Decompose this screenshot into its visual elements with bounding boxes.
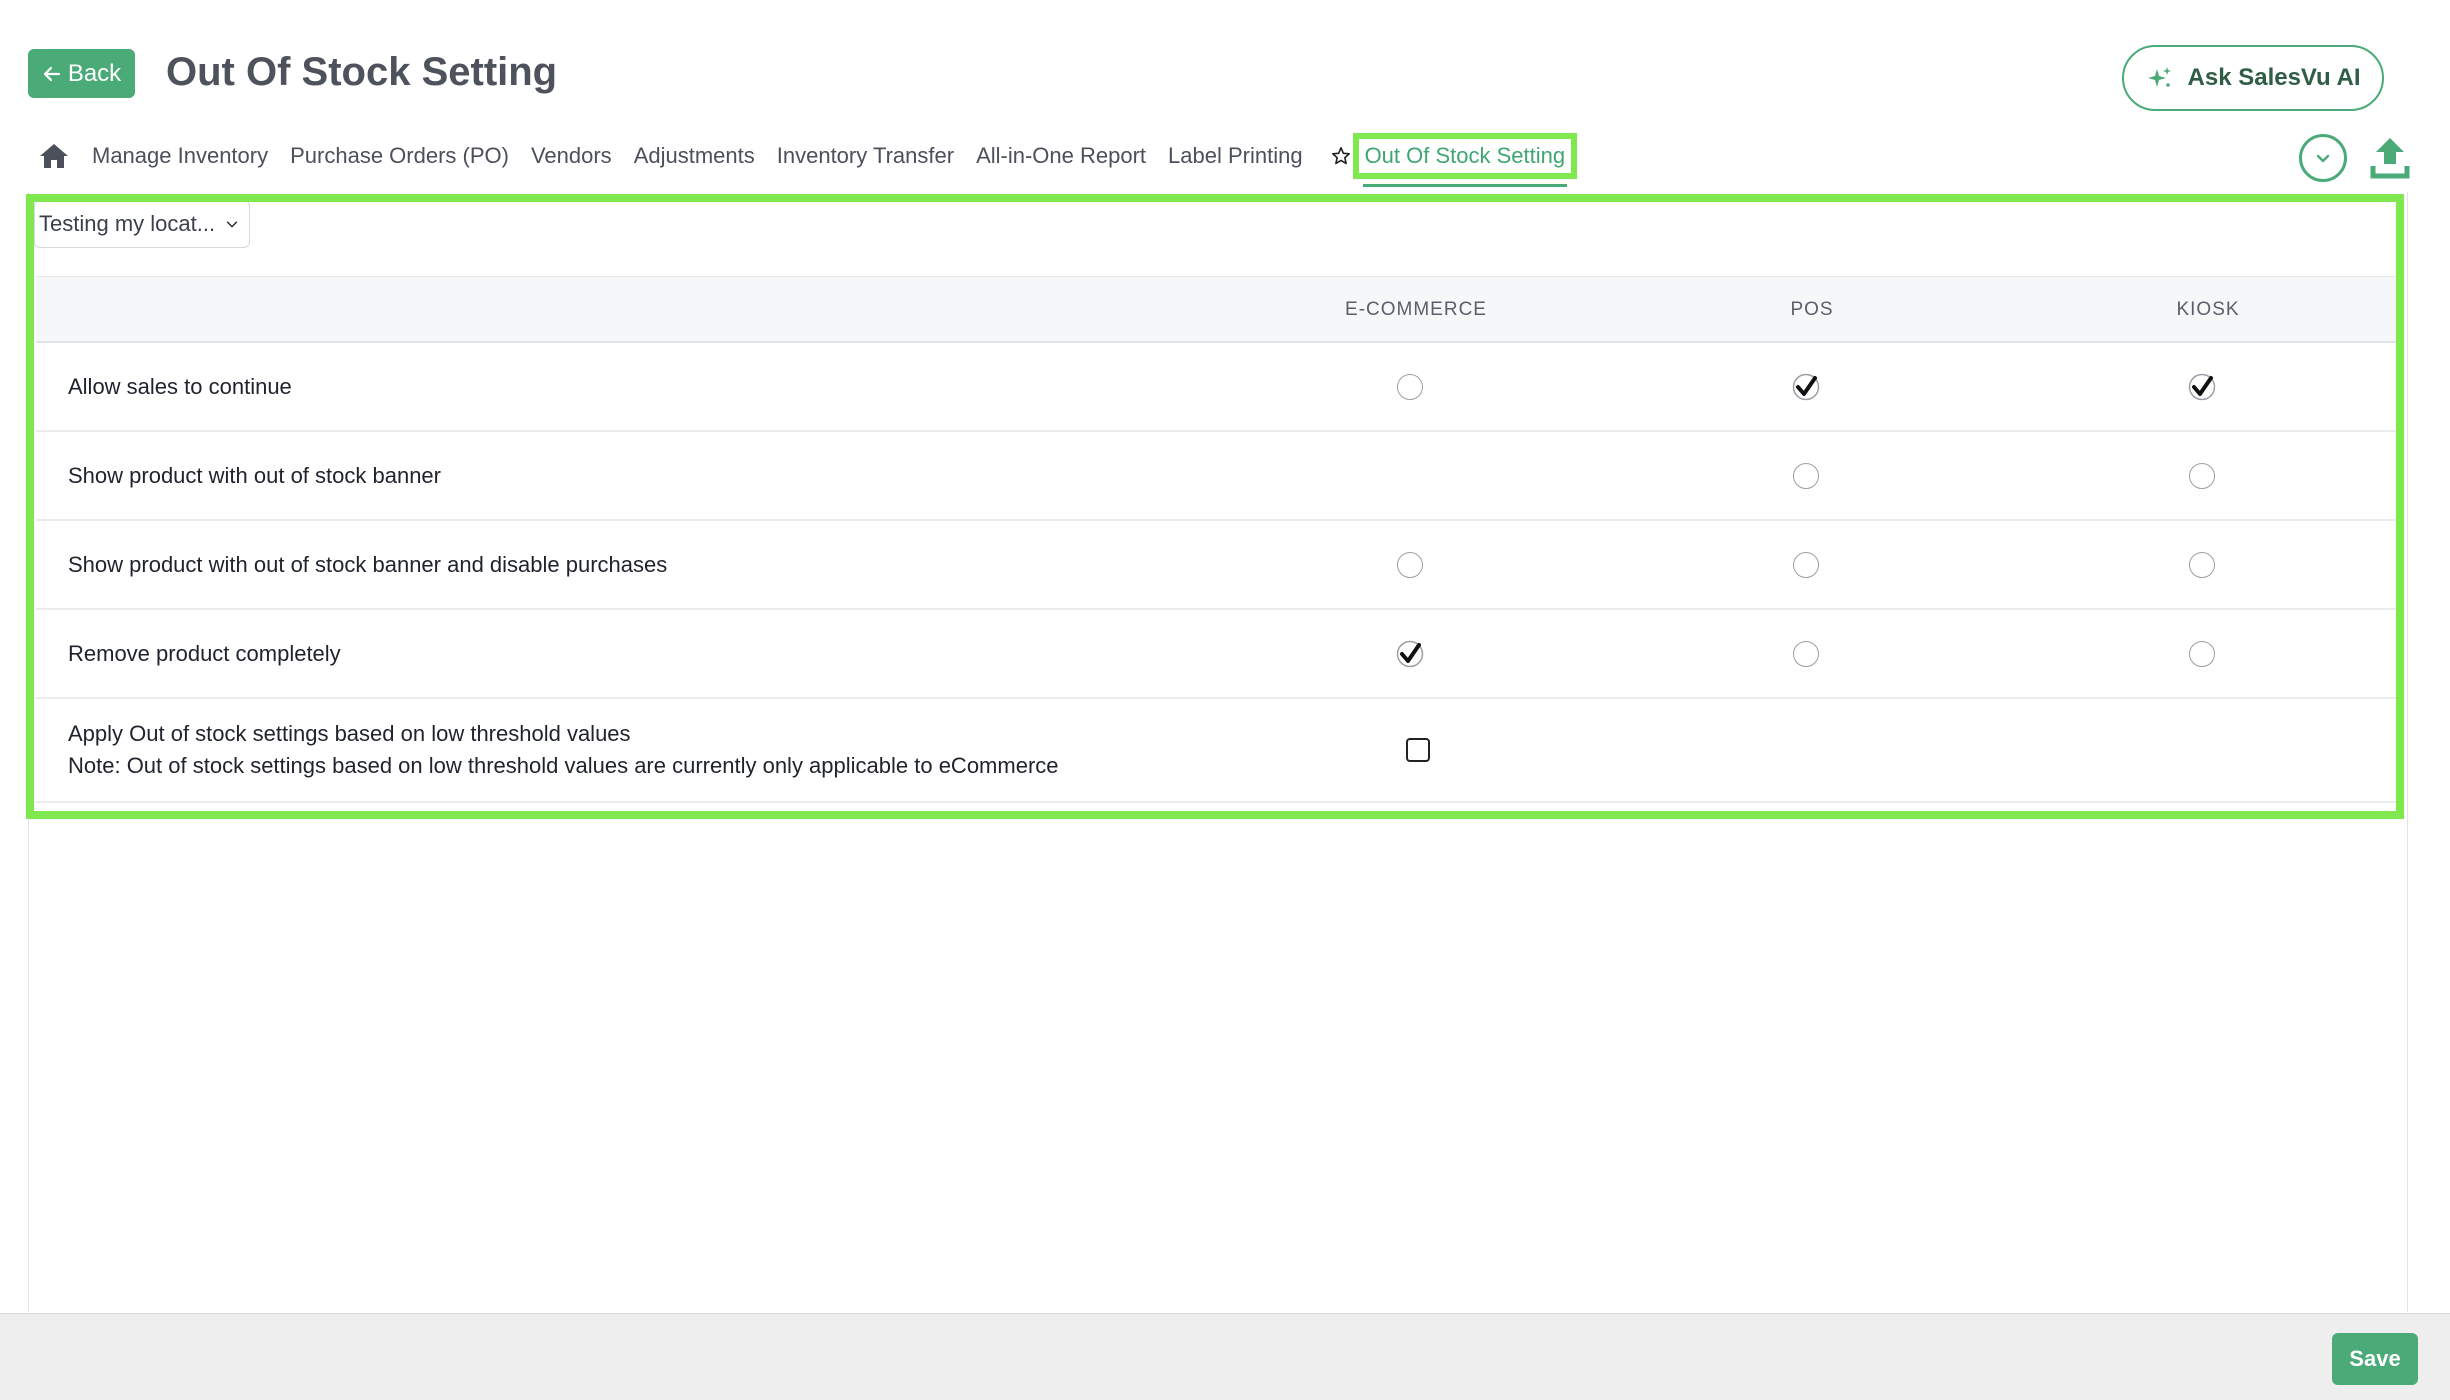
top-bar: Back Out Of Stock Setting Ask SalesVu AI bbox=[0, 0, 2450, 120]
tab-purchase-orders[interactable]: Purchase Orders (PO) bbox=[290, 143, 509, 169]
back-button-label: Back bbox=[67, 59, 122, 87]
radio-circle[interactable] bbox=[2189, 462, 2215, 489]
ecommerce-option-checked[interactable] bbox=[1395, 639, 1425, 669]
radio-circle[interactable] bbox=[1793, 462, 1819, 489]
ask-ai-label: Ask SalesVu AI bbox=[2187, 64, 2361, 91]
kiosk-option-unchecked[interactable] bbox=[2187, 639, 2217, 669]
pos-option-unchecked[interactable] bbox=[1791, 639, 1821, 669]
threshold-row: Apply Out of stock settings based on low… bbox=[36, 699, 2396, 803]
column-header-kiosk: KIOSK bbox=[2176, 299, 2240, 320]
out-of-stock-table: E-COMMERCE POS KIOSK Allow sales to cont… bbox=[36, 276, 2396, 803]
tab-manage-inventory[interactable]: Manage Inventory bbox=[92, 143, 268, 169]
sparkle-icon bbox=[2147, 67, 2171, 87]
threshold-label-group: Apply Out of stock settings based on low… bbox=[68, 699, 1059, 801]
row-label: Allow sales to continue bbox=[68, 373, 292, 399]
threshold-note: Note: Out of stock settings based on low… bbox=[68, 753, 1059, 778]
ask-ai-button[interactable]: Ask SalesVu AI bbox=[2122, 45, 2384, 111]
page-title: Out Of Stock Setting bbox=[166, 50, 558, 94]
table-row: Show product with out of stock banner an… bbox=[36, 521, 2396, 610]
radio-circle[interactable] bbox=[2189, 551, 2215, 578]
pos-option-unchecked[interactable] bbox=[1791, 461, 1821, 491]
tab-vendors[interactable]: Vendors bbox=[531, 143, 612, 169]
ecommerce-option-unchecked[interactable] bbox=[1395, 550, 1425, 580]
tab-inventory-transfer[interactable]: Inventory Transfer bbox=[777, 143, 954, 169]
row-label: Remove product completely bbox=[68, 640, 341, 666]
table-row: Allow sales to continue bbox=[36, 343, 2396, 432]
table-row: Remove product completely bbox=[36, 610, 2396, 699]
radio-circle[interactable] bbox=[2189, 640, 2215, 667]
kiosk-option-checked[interactable] bbox=[2187, 372, 2217, 402]
tab-all-in-one-report[interactable]: All-in-One Report bbox=[976, 143, 1146, 169]
tab-out-of-stock-setting[interactable]: Out Of Stock Setting bbox=[1352, 133, 1578, 187]
home-icon[interactable] bbox=[38, 140, 70, 172]
table-row: Show product with out of stock banner bbox=[36, 432, 2396, 521]
save-button[interactable]: Save bbox=[2332, 1333, 2418, 1385]
column-header-pos: POS bbox=[1790, 299, 1834, 320]
row-label: Show product with out of stock banner bbox=[68, 462, 441, 488]
table-header: E-COMMERCE POS KIOSK bbox=[36, 276, 2396, 343]
kiosk-option-unchecked[interactable] bbox=[2187, 461, 2217, 491]
radio-circle[interactable] bbox=[1397, 373, 1423, 400]
bottom-bar: Save bbox=[0, 1313, 2450, 1400]
pos-option-checked[interactable] bbox=[1791, 372, 1821, 402]
threshold-label: Apply Out of stock settings based on low… bbox=[68, 721, 631, 746]
tab-bar: Manage Inventory Purchase Orders (PO) Ve… bbox=[38, 132, 1578, 187]
collapse-button[interactable] bbox=[2299, 134, 2347, 182]
upload-icon bbox=[2370, 138, 2410, 179]
row-label: Show product with out of stock banner an… bbox=[68, 551, 668, 577]
pos-option-unchecked[interactable] bbox=[1791, 550, 1821, 580]
chevron-down-icon bbox=[226, 221, 238, 228]
radio-circle[interactable] bbox=[1793, 640, 1819, 667]
tab-adjustments[interactable]: Adjustments bbox=[634, 143, 755, 169]
location-selected-value: Testing my locat... bbox=[39, 211, 216, 236]
checkmark-icon bbox=[2188, 373, 2216, 400]
kiosk-option-unchecked[interactable] bbox=[2187, 550, 2217, 580]
column-header-ecommerce: E-COMMERCE bbox=[1345, 299, 1487, 320]
checkmark-icon bbox=[1792, 373, 1820, 400]
radio-circle[interactable] bbox=[1397, 551, 1423, 578]
star-icon[interactable] bbox=[1331, 145, 1353, 167]
tab-label-printing[interactable]: Label Printing bbox=[1168, 143, 1303, 169]
upload-button[interactable] bbox=[2370, 136, 2410, 180]
radio-circle[interactable] bbox=[1793, 551, 1819, 578]
chevron-down-icon bbox=[2316, 154, 2330, 163]
threshold-checkbox[interactable] bbox=[1403, 735, 1433, 765]
arrow-left-icon bbox=[43, 66, 60, 81]
back-button[interactable]: Back bbox=[28, 49, 135, 98]
checkmark-icon bbox=[1396, 640, 1424, 667]
checkbox-box[interactable] bbox=[1406, 738, 1430, 762]
location-dropdown[interactable]: Testing my locat... bbox=[34, 200, 250, 248]
ecommerce-option-unchecked[interactable] bbox=[1395, 372, 1425, 402]
